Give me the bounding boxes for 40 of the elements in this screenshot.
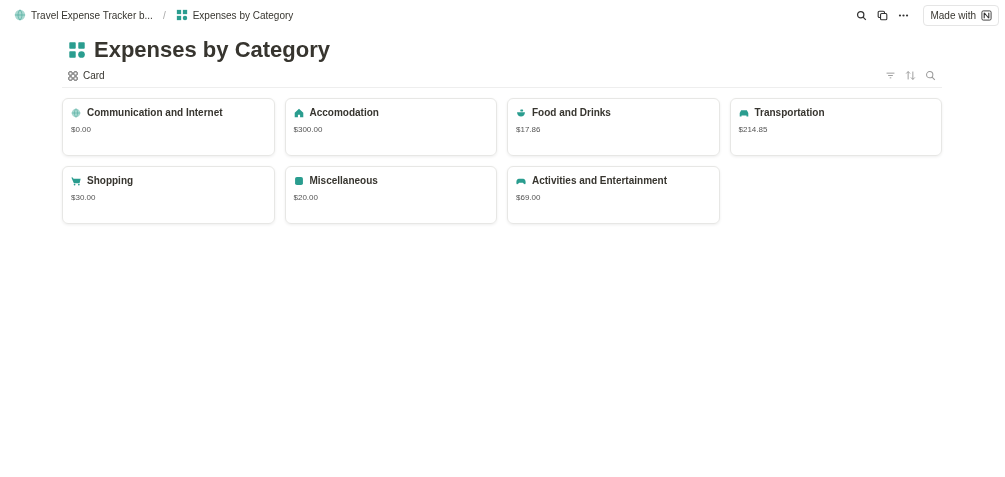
box-icon [293,175,304,186]
category-amount: $300.00 [293,125,324,134]
category-card[interactable]: Miscellaneous $20.00 [284,166,497,224]
category-card[interactable]: Transportation $214.85 [729,98,942,156]
grid-icon [68,41,86,59]
breadcrumb-link[interactable]: Travel Expense Tracker b... [12,7,155,23]
car-icon [738,107,749,118]
category-name: Transportation [754,107,825,118]
duplicate-icon[interactable] [877,9,889,21]
globe-icon [14,9,26,21]
globe-icon [71,107,81,118]
category-amount: $30.00 [71,193,97,202]
page-title: Expenses by Category [94,37,330,63]
category-name: Activities and Entertainment [532,175,668,186]
bowl-icon [516,107,526,118]
category-amount: $214.85 [738,125,769,134]
cart-icon [71,175,81,186]
category-name: Food and Drinks [532,107,611,118]
made-with-button[interactable]: Made with [923,4,999,26]
view-tab[interactable]: Card [68,70,105,81]
category-name: Accomodation [309,107,379,118]
grid-icon [175,9,188,21]
category-card[interactable]: Accomodation $300.00 [284,98,497,156]
category-name: Shopping [87,175,134,186]
card-view-icon [68,70,78,81]
category-amount: $17.86 [516,125,542,134]
category-card[interactable]: Food and Drinks $17.86 [507,98,720,156]
category-name: Miscellaneous [309,175,378,186]
search-icon[interactable] [856,9,868,21]
category-amount: $20.00 [293,193,319,202]
category-card[interactable]: Communication and Internet $0.00 [62,98,275,156]
category-amount: $69.00 [516,193,542,202]
category-amount: $0.00 [71,125,93,134]
breadcrumb-separator: / [162,9,166,21]
category-card[interactable]: Shopping $30.00 [62,166,275,224]
category-name: Communication and Internet [87,107,223,118]
category-card[interactable]: Activities and Entertainment $69.00 [507,166,720,224]
breadcrumb-link[interactable]: Expenses by Category [173,7,296,23]
logo-icon [981,9,992,21]
house-icon [293,107,304,118]
